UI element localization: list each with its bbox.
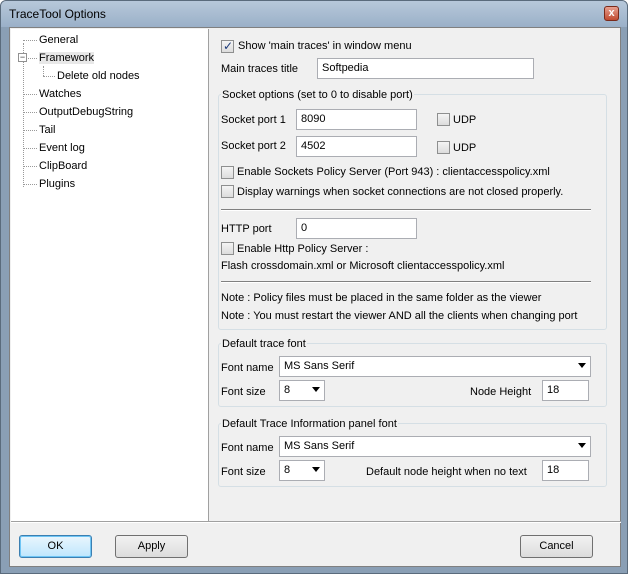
tree-connector (28, 58, 37, 59)
tree-item-label: Tail (39, 124, 56, 136)
tree-item-label: ClipBoard (39, 160, 88, 172)
window-title: TraceTool Options (9, 7, 106, 21)
tree-connector (23, 94, 37, 95)
info-panel-font-label: Default Trace Information panel font (221, 418, 398, 430)
tree-item-label: Watches (39, 88, 82, 100)
font-size-label: Font size (221, 386, 266, 398)
chevron-down-icon (578, 443, 586, 448)
udp2-label: UDP (453, 142, 477, 154)
tree-item-label: General (39, 34, 79, 46)
close-button[interactable]: x (604, 6, 619, 21)
tree-item-clipboard[interactable]: ClipBoard (39, 158, 87, 174)
chevron-down-icon (578, 363, 586, 368)
info-font-name-label: Font name (221, 442, 274, 454)
tree-item-framework[interactable]: Framework (39, 50, 95, 66)
chevron-down-icon (312, 467, 320, 472)
apply-button[interactable]: Apply (115, 535, 188, 558)
info-font-name-value: MS Sans Serif (284, 440, 355, 452)
display-warnings-label: Display warnings when socket connections… (237, 186, 564, 198)
tree-connector (23, 130, 37, 131)
enable-sockets-policy-label: Enable Sockets Policy Server (Port 943) … (237, 166, 550, 178)
tree-item-event-log[interactable]: Event log (39, 140, 85, 156)
socket-port1-input[interactable]: 8090 (296, 109, 417, 130)
note-restart: Note : You must restart the viewer AND a… (221, 310, 578, 322)
tree-item-general[interactable]: General (39, 32, 78, 48)
client-area: General − Framework Delete old nodes Wat… (9, 27, 621, 567)
node-height-label: Node Height (470, 386, 532, 398)
default-node-height-input[interactable]: 18 (542, 460, 589, 481)
font-size-select[interactable]: 8 (279, 380, 325, 401)
tree-item-label: Event log (39, 142, 85, 154)
show-main-traces-label: Show 'main traces' in window menu (238, 40, 412, 52)
tree-connector (43, 66, 44, 76)
http-policy-description: Flash crossdomain.xml or Microsoft clien… (221, 260, 505, 272)
ok-button[interactable]: OK (19, 535, 92, 558)
socket-port2-input[interactable]: 4502 (296, 136, 417, 157)
udp1-checkbox[interactable] (437, 113, 450, 126)
socket-options-label: Socket options (set to 0 to disable port… (221, 89, 414, 101)
tree-connector (23, 166, 37, 167)
font-name-select[interactable]: MS Sans Serif (279, 356, 591, 377)
cancel-button[interactable]: Cancel (520, 535, 593, 558)
tree-item-delete-old-nodes[interactable]: Delete old nodes (57, 68, 140, 84)
font-size-value: 8 (284, 384, 291, 396)
tree-item-tail[interactable]: Tail (39, 122, 56, 138)
tree-item-label: Plugins (39, 178, 76, 190)
default-node-height-label: Default node height when no text (366, 466, 527, 478)
tree-connector (43, 76, 55, 77)
tree-item-outputdebugstring[interactable]: OutputDebugString (39, 104, 133, 120)
tree-item-watches[interactable]: Watches (39, 86, 81, 102)
udp2-checkbox[interactable] (437, 141, 450, 154)
info-font-size-label: Font size (221, 466, 266, 478)
separator (221, 209, 591, 211)
font-name-value: MS Sans Serif (284, 360, 355, 372)
enable-sockets-policy-checkbox[interactable] (221, 166, 234, 179)
udp1-label: UDP (453, 114, 477, 126)
options-window: TraceTool Options x General − Framework … (0, 0, 628, 574)
display-warnings-checkbox[interactable] (221, 185, 234, 198)
tree-connector (23, 112, 37, 113)
default-trace-font-label: Default trace font (221, 338, 307, 350)
framework-panel: Show 'main traces' in window menu Main t… (210, 29, 620, 521)
options-tree: General − Framework Delete old nodes Wat… (11, 29, 209, 521)
tree-item-label: OutputDebugString (39, 106, 134, 118)
bottom-separator (11, 521, 621, 523)
http-port-label: HTTP port (221, 223, 272, 235)
socket-port1-label: Socket port 1 (221, 114, 286, 126)
info-font-size-value: 8 (284, 464, 291, 476)
info-font-size-select[interactable]: 8 (279, 460, 325, 481)
info-font-name-select[interactable]: MS Sans Serif (279, 436, 591, 457)
main-traces-title-label: Main traces title (221, 63, 299, 75)
enable-http-policy-label: Enable Http Policy Server : (237, 243, 369, 255)
tree-item-label: Delete old nodes (57, 70, 140, 82)
tree-item-label: Framework (39, 52, 95, 64)
socket-port2-label: Socket port 2 (221, 140, 286, 152)
node-height-input[interactable]: 18 (542, 380, 589, 401)
tree-item-plugins[interactable]: Plugins (39, 176, 75, 192)
tree-connector (23, 184, 37, 185)
http-port-input[interactable]: 0 (296, 218, 417, 239)
enable-http-policy-checkbox[interactable] (221, 242, 234, 255)
title-bar: TraceTool Options x (1, 1, 627, 27)
tree-connector (23, 148, 37, 149)
font-name-label: Font name (221, 362, 274, 374)
separator (221, 281, 591, 283)
chevron-down-icon (312, 387, 320, 392)
note-policy-files: Note : Policy files must be placed in th… (221, 292, 542, 304)
main-traces-title-input[interactable]: Softpedia (317, 58, 534, 79)
collapse-icon[interactable]: − (18, 53, 27, 62)
tree-connector (23, 40, 37, 41)
show-main-traces-checkbox[interactable] (221, 39, 234, 53)
